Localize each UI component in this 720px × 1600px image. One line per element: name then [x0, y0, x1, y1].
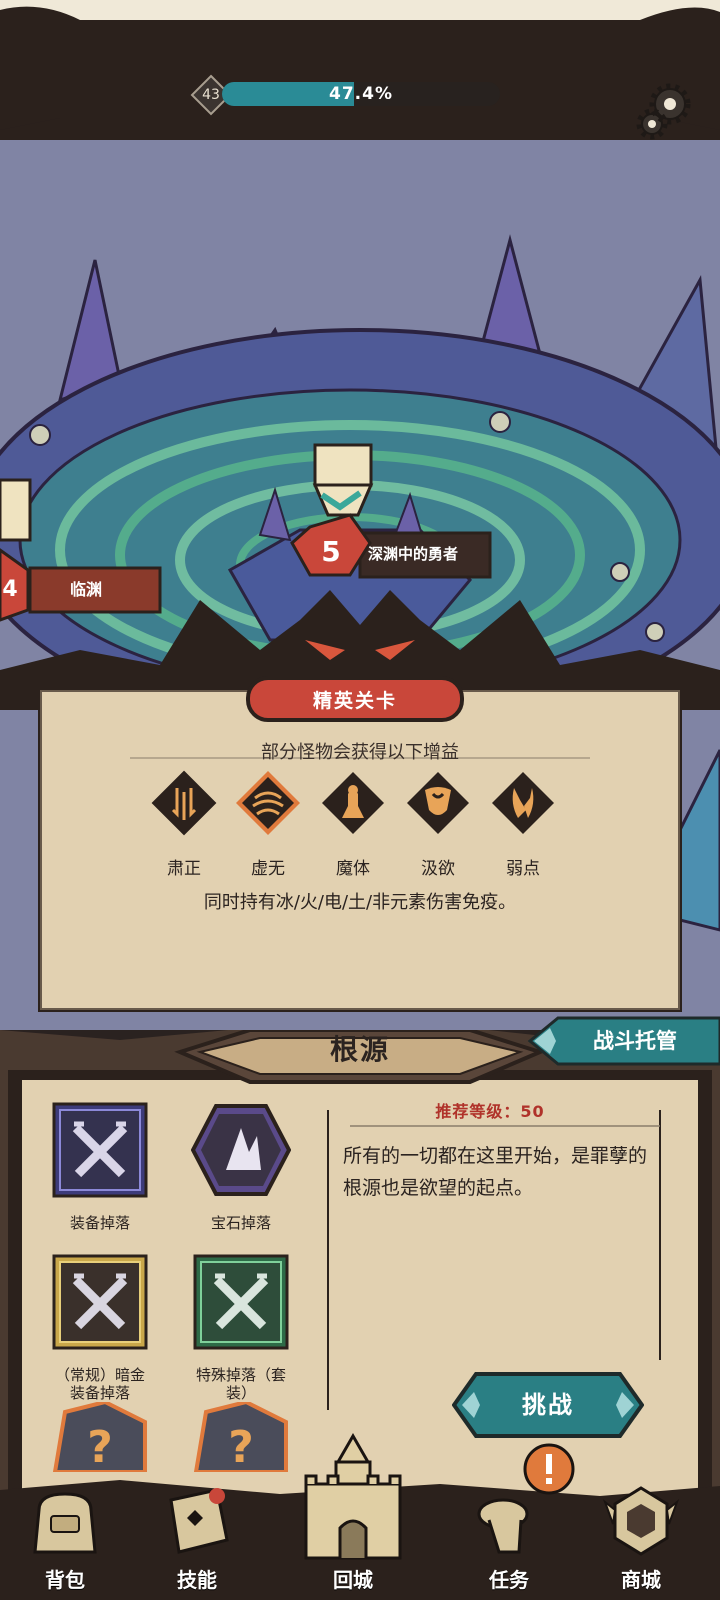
demon-figure-icon	[322, 772, 384, 834]
nav-label: 任务	[489, 1568, 529, 1592]
buff-label: 魔体	[336, 859, 370, 879]
cracked-shard-icon	[492, 772, 554, 834]
current-stage-number: 5	[321, 535, 341, 568]
drop-special-set[interactable]: 特殊掉落（套 装）	[186, 1252, 296, 1402]
crossed-swords-icon	[52, 1102, 148, 1198]
crossed-swords-green-icon	[193, 1254, 289, 1350]
nav-skills[interactable]: 技能	[142, 1470, 252, 1600]
stage-description: 所有的一切都在这里开始，是罪孽的根源也是欲望的起点。	[343, 1145, 648, 1199]
settings-button[interactable]	[636, 82, 694, 140]
experience-text: 47.4%	[329, 84, 393, 104]
stage-title: 根源	[329, 1033, 390, 1066]
nav-shop[interactable]: 商城	[586, 1470, 696, 1600]
buff-label: 汲欲	[421, 859, 455, 879]
nav-return-town[interactable]: 回城	[298, 1432, 408, 1600]
buff-moti[interactable]: 魔体	[313, 770, 393, 890]
svg-text:?: ?	[228, 1422, 254, 1472]
recommended-level: 推荐等级：50	[435, 1102, 545, 1121]
nav-label: 技能	[177, 1568, 217, 1592]
buff-label: 虚无	[251, 859, 285, 879]
auto-battle-label: 战斗托管	[593, 1029, 677, 1053]
buff-xuwu[interactable]: 虚无	[228, 770, 308, 890]
unknown-drop-icon: ?	[52, 1402, 147, 1472]
buff-jiyu[interactable]: 汲欲	[398, 770, 478, 890]
shop-icon	[602, 1486, 680, 1556]
drop-gem[interactable]: 宝石掉落	[186, 1100, 296, 1250]
shield-drain-icon	[407, 772, 469, 834]
nav-label: 商城	[621, 1568, 661, 1592]
elite-stage-title: 精英关卡	[312, 690, 397, 712]
auto-battle-button[interactable]: 战斗托管	[520, 1016, 720, 1066]
drop-equipment[interactable]: 装备掉落	[45, 1100, 155, 1250]
svg-text:?: ?	[87, 1422, 113, 1472]
void-wave-icon	[236, 771, 300, 835]
immunity-description: 同时持有冰/火/电/土/非元素伤害免疫。	[203, 892, 517, 913]
drop-label: 装备掉落	[69, 1214, 130, 1232]
drop-label: （常规）暗金 装备掉落	[54, 1366, 145, 1402]
drop-label: 特殊掉落（套 装）	[195, 1366, 286, 1402]
experience-bar: 47.4%	[222, 82, 500, 106]
castle-icon	[304, 1432, 402, 1560]
crossed-swords-gold-icon	[52, 1254, 148, 1350]
drop-label: 宝石掉落	[210, 1214, 271, 1232]
gem-icon	[191, 1104, 291, 1196]
buff-suzheng[interactable]: 肃正	[144, 770, 224, 890]
gear-icon	[636, 83, 691, 140]
backpack-icon	[33, 1492, 97, 1554]
challenge-label: 挑战	[522, 1391, 574, 1419]
nav-label: 背包	[45, 1568, 85, 1592]
buff-label: 肃正	[167, 859, 201, 879]
buff-label: 弱点	[506, 859, 540, 879]
buff-ruodian[interactable]: 弱点	[483, 770, 563, 890]
challenge-button[interactable]: 挑战	[451, 1372, 645, 1438]
nav-label: 回城	[333, 1568, 373, 1592]
twin-arrows-down-icon	[151, 770, 217, 836]
drop-dark-gold-equipment[interactable]: （常规）暗金 装备掉落	[45, 1252, 155, 1402]
unknown-drop-icon: ?	[193, 1402, 288, 1472]
current-stage-label: 深渊中的勇者	[368, 545, 459, 563]
elite-subtitle: 部分怪物会获得以下增益	[261, 742, 459, 763]
nav-backpack[interactable]: 背包	[10, 1470, 120, 1600]
hud-frame	[0, 0, 720, 140]
notification-alert-icon	[523, 1443, 575, 1495]
skill-book-icon	[169, 1488, 229, 1554]
